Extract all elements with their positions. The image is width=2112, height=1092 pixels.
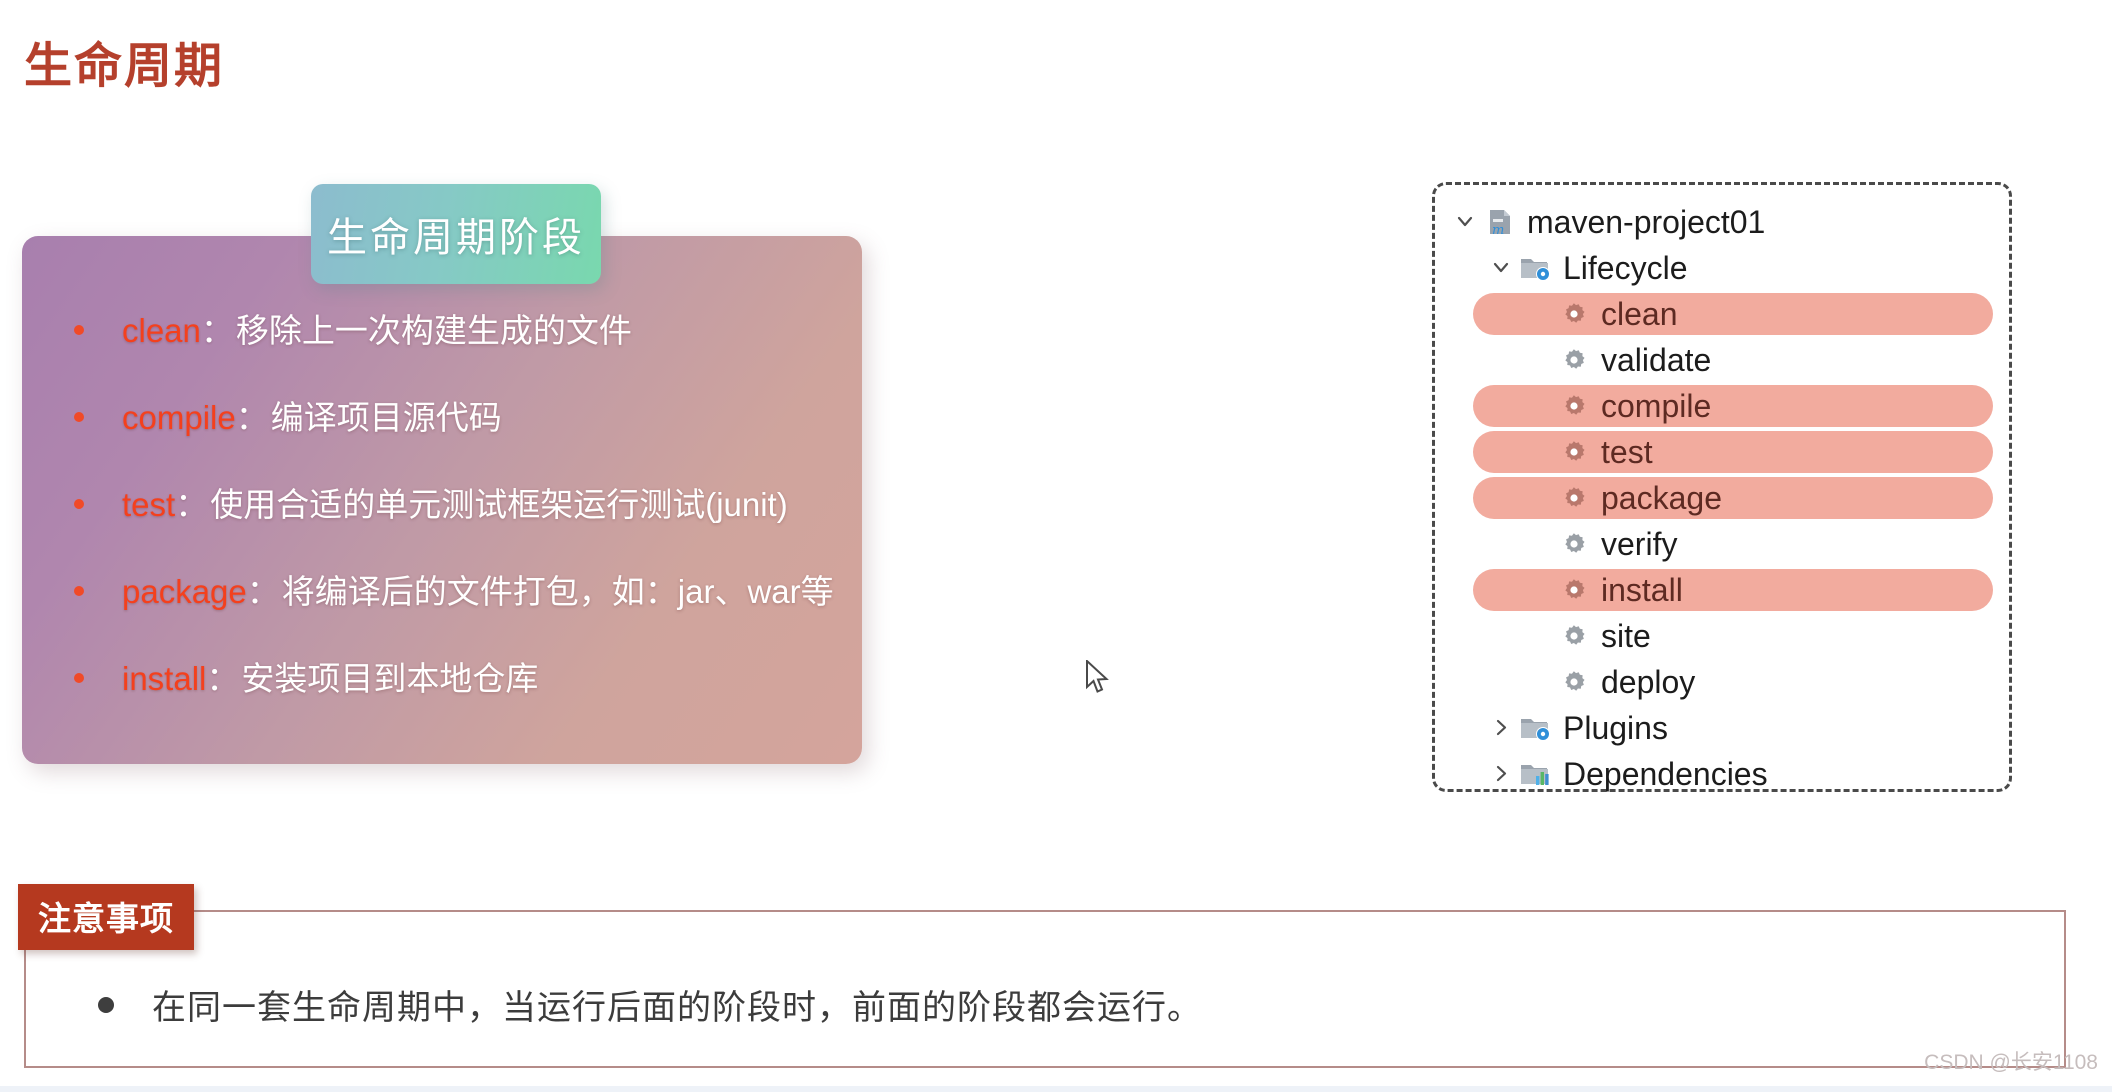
bullet-icon xyxy=(74,586,84,596)
tree-row-package[interactable]: package xyxy=(1435,475,2009,521)
lifecycle-card: clean ： 移除上一次构建生成的文件 compile ： 编译项目源代码 t… xyxy=(22,236,862,764)
mouse-cursor-icon xyxy=(1085,658,1111,696)
tree-row-label: deploy xyxy=(1601,663,1696,700)
watermark: CSDN @长安1108 xyxy=(1924,1051,2098,1074)
phase-colon: ： xyxy=(200,312,234,349)
folder-gear-icon xyxy=(1519,252,1553,284)
svg-text:m: m xyxy=(1492,223,1504,237)
chevron-right-icon[interactable] xyxy=(1485,764,1519,784)
list-item: clean ： 移除上一次构建生成的文件 xyxy=(74,304,836,352)
highlight-pill xyxy=(1473,569,1993,611)
phase-key: compile xyxy=(122,399,236,436)
bullet-icon xyxy=(74,412,84,422)
tree-row-clean[interactable]: clean xyxy=(1435,291,2009,337)
tree-row-label: package xyxy=(1601,479,1722,516)
tree-row-label: verify xyxy=(1601,525,1678,562)
tree-row-lifecycle[interactable]: Lifecycle xyxy=(1435,245,2009,291)
note-body: 在同一套生命周期中，当运行后面的阶段时，前面的阶段都会运行。 xyxy=(98,980,1202,1029)
list-item: compile ： 编译项目源代码 xyxy=(74,391,836,439)
tree-row-test[interactable]: test xyxy=(1435,429,2009,475)
phase-key: install xyxy=(122,660,207,697)
chevron-down-icon[interactable] xyxy=(1485,258,1519,278)
tree-row-label: Dependencies xyxy=(1563,755,1768,792)
chevron-right-icon[interactable] xyxy=(1485,718,1519,738)
highlight-pill xyxy=(1473,477,1993,519)
gear-icon xyxy=(1557,298,1591,330)
lifecycle-stage-tag: 生命周期阶段 xyxy=(311,184,601,284)
phase-key: clean xyxy=(122,312,201,349)
tree-row-label: maven-project01 xyxy=(1527,203,1766,240)
list-item: package ： 将编译后的文件打包，如：jar、war等 xyxy=(74,565,836,613)
bullet-icon xyxy=(74,673,84,683)
page-title: 生命周期 xyxy=(24,40,225,93)
tree-row-dependencies[interactable]: Dependencies xyxy=(1435,751,2009,797)
folder-gear-icon xyxy=(1519,712,1553,744)
tree-row-compile[interactable]: compile xyxy=(1435,383,2009,429)
phase-colon: ： xyxy=(235,399,269,436)
maven-lifecycle-tree-panel: m maven-project01 Lifecycle clean validate co… xyxy=(1432,182,2012,792)
phase-description: 移除上一次构建生成的文件 xyxy=(235,312,632,349)
gear-icon xyxy=(1557,528,1591,560)
phase-key: package xyxy=(122,573,247,610)
gear-icon xyxy=(1557,390,1591,422)
tree-row-label: clean xyxy=(1601,295,1678,332)
list-item: test ： 使用合适的单元测试框架运行测试(junit) xyxy=(74,478,836,526)
gear-icon xyxy=(1557,666,1591,698)
note-tab-label: 注意事项 xyxy=(18,884,194,950)
phase-colon: ： xyxy=(206,660,240,697)
tree-row-label: Lifecycle xyxy=(1563,249,1688,286)
tree-row-site[interactable]: site xyxy=(1435,613,2009,659)
tree-row-verify[interactable]: verify xyxy=(1435,521,2009,567)
tree-row-deploy[interactable]: deploy xyxy=(1435,659,2009,705)
phase-colon: ： xyxy=(175,486,209,523)
bullet-icon xyxy=(98,996,114,1013)
tree-row-validate[interactable]: validate xyxy=(1435,337,2009,383)
phase-colon: ： xyxy=(246,573,280,610)
tree-row-label: site xyxy=(1601,617,1651,654)
bullet-icon xyxy=(74,325,84,335)
tree-row-label: Plugins xyxy=(1563,709,1668,746)
tree-row-plugins[interactable]: Plugins xyxy=(1435,705,2009,751)
list-item: install ： 安装项目到本地仓库 xyxy=(74,652,836,700)
phase-description: 安装项目到本地仓库 xyxy=(241,660,539,697)
note-box: 注意事项 在同一套生命周期中，当运行后面的阶段时，前面的阶段都会运行。 xyxy=(18,884,2066,1068)
gear-icon xyxy=(1557,620,1591,652)
gear-icon xyxy=(1557,344,1591,376)
tree-row-maven-project01[interactable]: m maven-project01 xyxy=(1435,199,2009,245)
bullet-icon xyxy=(74,499,84,509)
bottom-strip xyxy=(0,1086,2112,1092)
gear-icon xyxy=(1557,482,1591,514)
lifecycle-phase-list: clean ： 移除上一次构建生成的文件 compile ： 编译项目源代码 t… xyxy=(74,304,836,700)
chevron-down-icon[interactable] xyxy=(1449,212,1483,232)
tree-row-label: install xyxy=(1601,571,1683,608)
folder-chart-icon xyxy=(1519,758,1553,790)
tree-row-install[interactable]: install xyxy=(1435,567,2009,613)
phase-description: 使用合适的单元测试框架运行测试(junit) xyxy=(210,486,788,523)
phase-description: 编译项目源代码 xyxy=(270,399,502,436)
highlight-pill xyxy=(1473,431,1993,473)
tree-row-label: validate xyxy=(1601,341,1712,378)
tree-row-label: test xyxy=(1601,433,1653,470)
tree-row-label: compile xyxy=(1601,387,1712,424)
phase-key: test xyxy=(122,486,176,523)
note-text: 在同一套生命周期中，当运行后面的阶段时，前面的阶段都会运行。 xyxy=(152,989,1202,1027)
highlight-pill xyxy=(1473,293,1993,335)
lifecycle-stage-tag-label: 生命周期阶段 xyxy=(327,216,585,260)
phase-description: 将编译后的文件打包，如：jar、war等 xyxy=(281,573,834,610)
maven-project-icon: m xyxy=(1483,206,1517,238)
gear-icon xyxy=(1557,574,1591,606)
gear-icon xyxy=(1557,436,1591,468)
highlight-pill xyxy=(1473,385,1993,427)
